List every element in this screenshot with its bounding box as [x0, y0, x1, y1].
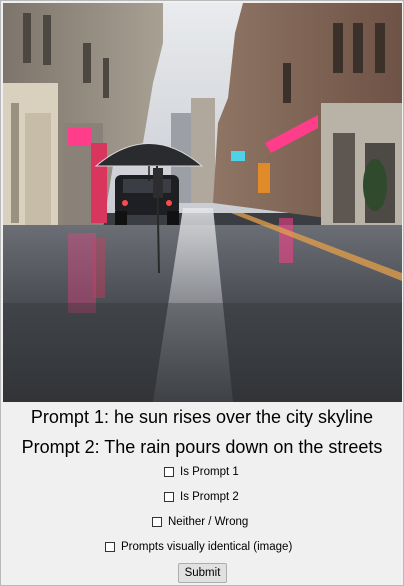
neither-wrong-checkbox[interactable]	[152, 517, 162, 527]
is-prompt-2-checkbox[interactable]	[164, 492, 174, 502]
option-label: Neither / Wrong	[168, 516, 249, 528]
survey-window: Prompt 1: he sun rises over the city sky…	[0, 0, 404, 586]
photo-image	[3, 3, 402, 402]
option-neither-wrong[interactable]: Neither / Wrong	[152, 516, 248, 528]
rainy-street-photo	[3, 3, 402, 402]
option-label: Is Prompt 2	[180, 491, 239, 503]
option-is-prompt-2[interactable]: Is Prompt 2	[164, 491, 239, 503]
option-prompts-identical[interactable]: Prompts visually identical (image)	[105, 541, 292, 553]
option-label: Is Prompt 1	[180, 466, 239, 478]
prompts-identical-checkbox[interactable]	[105, 542, 115, 552]
option-is-prompt-1[interactable]: Is Prompt 1	[164, 466, 239, 478]
option-label: Prompts visually identical (image)	[121, 541, 293, 553]
submit-button[interactable]: Submit	[178, 563, 227, 583]
is-prompt-1-checkbox[interactable]	[164, 467, 174, 477]
prompt-1-text: Prompt 1: he sun rises over the city sky…	[30, 407, 374, 427]
prompt-2-text: Prompt 2: The rain pours down on the str…	[21, 437, 383, 457]
